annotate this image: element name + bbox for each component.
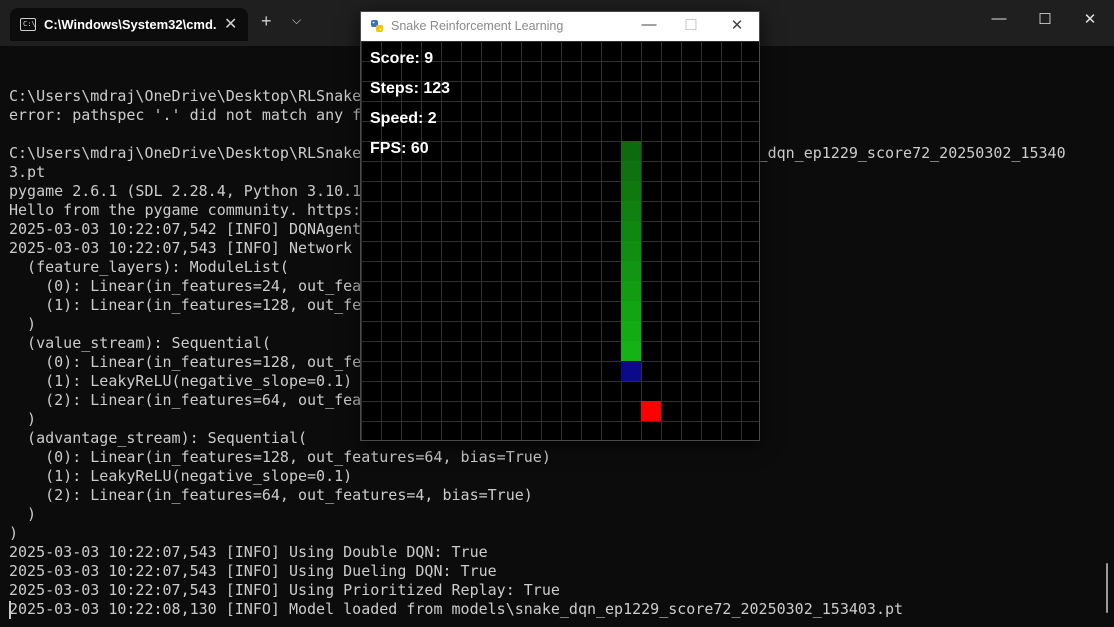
cmd-icon: C:\ xyxy=(20,18,36,31)
terminal-line: 2025-03-03 10:22:07,543 [INFO] Using Dou… xyxy=(9,543,488,561)
score-label: Score: 9 xyxy=(370,50,434,67)
terminal-line: ) xyxy=(9,505,37,523)
tab-dropdown-icon[interactable]: ⌵ xyxy=(292,13,301,28)
snake-body-segment xyxy=(621,141,641,161)
terminal-tab[interactable]: C:\ C:\Windows\System32\cmd.e ✕ xyxy=(10,8,248,41)
terminal-scrollbar[interactable] xyxy=(1106,563,1108,613)
snake-head xyxy=(621,361,641,381)
terminal-line: 2025-03-03 10:22:07,543 [INFO] Using Pri… xyxy=(9,581,560,599)
new-tab-button[interactable]: + xyxy=(261,11,272,31)
pygame-minimize-button[interactable]: — xyxy=(634,16,664,33)
snake-body-segment xyxy=(621,261,641,281)
steps-label: Steps: 123 xyxy=(370,80,451,97)
snake-body-segment xyxy=(621,241,641,261)
terminal-line: (0): Linear(in_features=128, out_feature… xyxy=(9,448,551,466)
snake-body-segment xyxy=(621,321,641,341)
text-cursor xyxy=(9,601,11,619)
terminal-line: 2025-03-03 10:22:08,130 [INFO] Model loa… xyxy=(9,600,904,618)
snake-body-segment xyxy=(621,341,641,361)
fps-label: FPS: 60 xyxy=(370,140,429,157)
snake-body-segment xyxy=(621,281,641,301)
snake-body-segment xyxy=(621,301,641,321)
terminal-maximize-button[interactable]: ☐ xyxy=(1030,10,1060,28)
terminal-line: (2): Linear(in_features=64, out_features… xyxy=(9,486,533,504)
terminal-line: (1): LeakyReLU(negative_slope=0.1) xyxy=(9,467,353,485)
food xyxy=(641,401,661,421)
terminal-minimize-button[interactable]: — xyxy=(984,10,1014,27)
python-snake-icon xyxy=(371,20,383,32)
tab-close-icon[interactable]: ✕ xyxy=(224,14,237,34)
snake-body-segment xyxy=(621,221,641,241)
terminal-line: ) xyxy=(9,524,19,542)
cmd-icon-text: C:\ xyxy=(23,20,36,28)
snake-body-segment xyxy=(621,181,641,201)
game-board: Score: 9 Steps: 123 Speed: 2 FPS: 60 xyxy=(361,41,759,440)
snake-body-segment xyxy=(621,201,641,221)
pygame-close-button[interactable]: ✕ xyxy=(722,16,752,34)
pygame-window-title: Snake Reinforcement Learning xyxy=(391,19,564,33)
pygame-maximize-button: ☐ xyxy=(684,17,698,34)
pygame-titlebar[interactable]: Snake Reinforcement Learning — ☐ ✕ xyxy=(361,12,759,41)
speed-label: Speed: 2 xyxy=(370,110,437,127)
tab-title: C:\Windows\System32\cmd.e xyxy=(44,17,216,32)
terminal-line: 2025-03-03 10:22:07,543 [INFO] Using Due… xyxy=(9,562,497,580)
terminal-close-button[interactable]: ✕ xyxy=(1075,10,1105,28)
snake-body-segment xyxy=(621,161,641,181)
pygame-window[interactable]: Snake Reinforcement Learning — ☐ ✕ Score… xyxy=(360,11,760,441)
